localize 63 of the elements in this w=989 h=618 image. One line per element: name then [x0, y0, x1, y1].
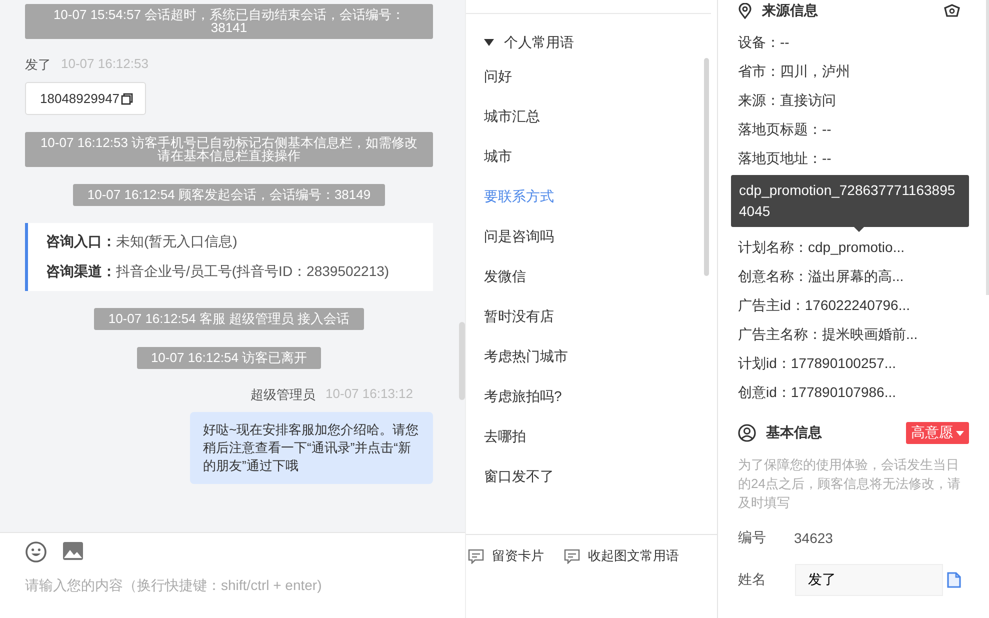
system-notice: 10-07 16:12:53 访客手机号已自动标记右侧基本信息栏，如需修改请在基本信息栏直接操作 — [25, 132, 433, 167]
phrase-action-button[interactable]: 收起图文常用语 — [564, 547, 679, 565]
info-value: 抖音企业号/员工号(抖音号ID：2839502213) — [116, 263, 390, 279]
phrase-item[interactable]: 城市 — [484, 136, 717, 176]
message-time: 10-07 16:12:53 — [61, 56, 148, 73]
source-info-row-text: 落地页地址：-- — [738, 149, 832, 168]
sender-name: 超级管理员 — [250, 386, 316, 404]
user-icon — [738, 424, 756, 442]
scrollbar[interactable] — [459, 322, 465, 400]
caret-icon — [956, 430, 964, 436]
phrase-action-button[interactable]: 留资卡片 — [468, 547, 544, 565]
image-icon[interactable] — [62, 541, 84, 561]
section-title: 来源信息 — [762, 2, 818, 20]
phrase-item[interactable]: 发微信 — [484, 256, 717, 296]
phrase-item[interactable]: 窗口发不了 — [484, 456, 717, 496]
source-info-row-text: 计划名称：cdp_promotio... — [738, 238, 906, 257]
source-info-row-text: 广告主id：176022240796... — [738, 296, 911, 315]
field-label: 编号 — [738, 529, 767, 547]
shield-icon[interactable] — [943, 4, 961, 18]
message-icon — [468, 548, 484, 564]
phrase-item[interactable]: 考虑热门城市 — [484, 336, 717, 376]
phrase-item[interactable]: 考虑旅拍吗? — [484, 376, 717, 416]
message-bubble: 好哒~现在安排客服加您介绍哈。请您稍后注意查看一下“通讯录”并点击“新的朋友”通过下哦 — [190, 412, 433, 484]
phrase-item[interactable]: 问是咨询吗 — [484, 216, 717, 256]
source-info-row-text: 省市：四川，泸州 — [738, 62, 851, 81]
message-input[interactable]: 请输入您的内容（换行快捷键：shift/ctrl + enter) — [25, 577, 425, 593]
system-notice: 10-07 16:12:54 客服 超级管理员 接入会话 — [94, 308, 364, 330]
phrase-item[interactable]: 要联系方式 — [484, 176, 717, 216]
notice-text: 为了保障您的使用体验，会话发生当日的24点之后，顾客信息将无法修改，请及时填写 — [738, 456, 962, 512]
section-title: 基本信息 — [766, 424, 822, 442]
message-icon — [564, 548, 580, 564]
emoji-icon[interactable] — [25, 541, 47, 563]
field-label: 姓名 — [738, 571, 767, 589]
system-notice: 10-07 16:12:54 顾客发起会话，会话编号：38149 — [73, 184, 385, 206]
system-notice: 10-07 16:12:54 访客已离开 — [136, 347, 322, 369]
message-time: 10-07 16:13:12 — [326, 386, 413, 403]
phrase-item[interactable]: 问好 — [484, 56, 717, 96]
source-info-row-text: 创意id：177890107986... — [738, 383, 897, 402]
source-info-row-text: 创意名称：溢出屏幕的高... — [738, 267, 905, 286]
info-label: 咨询入口： — [46, 233, 116, 249]
source-info-row-text: 落地页标题：-- — [738, 120, 832, 139]
source-info-row-text: 广告主名称：提米映画婚前... — [738, 325, 919, 344]
intent-tag-dropdown[interactable]: 高意愿 — [906, 422, 969, 444]
info-label: 咨询渠道： — [46, 263, 116, 279]
location-pin-icon — [738, 3, 752, 19]
source-info-row-text: 计划id：177890100257... — [738, 354, 897, 373]
source-info-row-text: 设备：-- — [738, 33, 790, 52]
info-value: 未知(暂无入口信息) — [116, 233, 238, 249]
sender-name: 发了 — [25, 56, 51, 74]
tooltip-arrow — [854, 227, 864, 232]
field-value: 34623 — [794, 529, 833, 548]
phrase-item[interactable]: 城市汇总 — [484, 96, 717, 136]
phrase-group-header[interactable]: 个人常用语 — [466, 14, 717, 56]
document-icon[interactable] — [947, 572, 961, 588]
phrase-item[interactable]: 去哪拍 — [484, 416, 717, 456]
scrollbar[interactable] — [704, 58, 709, 276]
copy-icon[interactable] — [120, 92, 133, 104]
system-notice: 10-07 15:54:57 会话超时，系统已自动结束会话，会话编号：38141 — [25, 4, 433, 39]
source-info-row-text: 来源：直接访问 — [738, 91, 837, 110]
message-text: 18048929947 — [40, 91, 120, 106]
phrase-item[interactable]: 暂时没有店 — [484, 296, 717, 336]
tooltip: cdp_promotion_7286377711638954045 — [731, 175, 969, 227]
name-input[interactable]: 发了 — [795, 564, 943, 596]
